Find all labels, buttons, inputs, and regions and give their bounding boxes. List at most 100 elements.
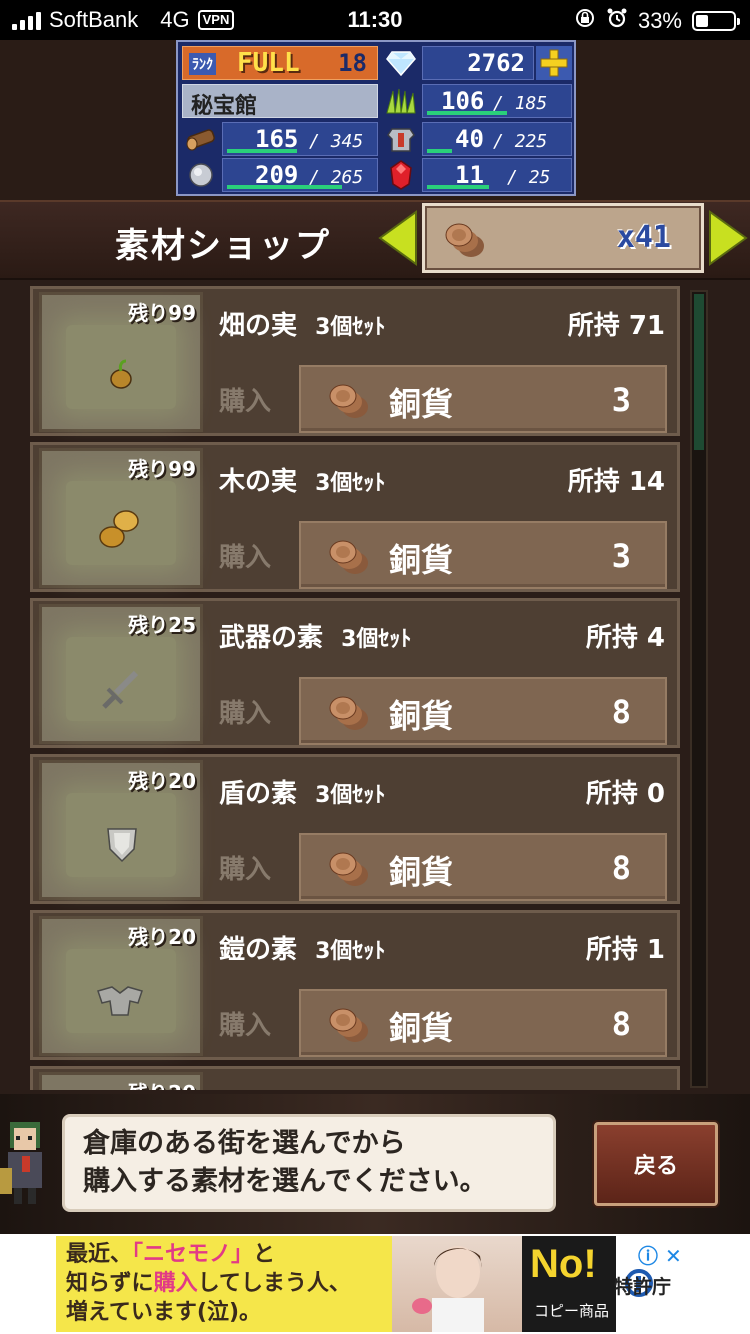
grass-bar	[427, 111, 507, 115]
orientation-lock-icon	[574, 7, 596, 35]
wood-max: / 345	[309, 131, 364, 152]
diamond-icon	[382, 46, 420, 80]
buy-label: 購入	[219, 855, 272, 885]
arrow-right-icon	[709, 210, 748, 266]
rank-display: ﾗﾝｸ FULL 18	[182, 46, 378, 80]
message-line-1: 倉庫のある街を選んでから	[83, 1128, 406, 1159]
owned-count: 所持 1	[585, 935, 665, 965]
stone-stat: 209 / 265	[222, 158, 378, 192]
resource-panel[interactable]: ﾗﾝｸ FULL 18 2762 秘宝館 106 / 185 165 / 345…	[176, 40, 576, 196]
item-thumbnail: 残り99	[39, 448, 203, 588]
ad-banner[interactable]: 最近、「ニセモノ」と 知らずに購入してしまう人、 増えています(泣)。 No! …	[56, 1236, 696, 1332]
buy-button[interactable]: 銅貨 3	[299, 365, 667, 433]
list-item[interactable]: 残り20	[30, 1066, 680, 1090]
shield-icon	[107, 828, 137, 863]
price: 8	[611, 1005, 631, 1043]
back-button[interactable]: 戻る	[594, 1122, 718, 1206]
wood-bar	[227, 149, 297, 153]
price: 8	[611, 849, 631, 887]
item-thumbnail: 残り20	[39, 1072, 203, 1090]
list-item[interactable]: 残り99 木の実 3個ｾｯﾄ 所持 14 購入 銅貨 3	[30, 442, 680, 592]
alarm-icon	[606, 7, 628, 35]
armor-bar	[427, 149, 452, 153]
location-display: 秘宝館	[182, 84, 378, 119]
buy-label: 購入	[219, 543, 272, 573]
owned-count: 所持 4	[585, 623, 665, 653]
item-name: 盾の素 3個ｾｯﾄ	[219, 779, 386, 809]
item-name: 木の実 3個ｾｯﾄ	[219, 467, 386, 497]
armor-stat-icon	[382, 122, 420, 156]
item-name: 畑の実 3個ｾｯﾄ	[219, 311, 386, 341]
scrollbar[interactable]	[690, 290, 708, 1088]
buy-button[interactable]: 銅貨 8	[299, 677, 667, 745]
list-item[interactable]: 残り99 畑の実 3個ｾｯﾄ 所持 71 購入 銅貨 3	[30, 286, 680, 436]
gem-count: 2762	[422, 46, 534, 80]
stone-icon	[182, 158, 220, 192]
sword-icon	[102, 670, 139, 709]
remaining-count: 残り99	[128, 301, 196, 325]
item-thumbnail: 残り25	[39, 604, 203, 744]
currency-name: 銅貨	[389, 697, 454, 735]
price: 8	[611, 693, 631, 731]
wood-stat: 165 / 345	[222, 122, 378, 156]
item-thumbnail: 残り20	[39, 760, 203, 900]
owned-count: 所持 71	[567, 311, 665, 341]
remaining-count: 残り20	[128, 1077, 196, 1090]
ruby-max: / 25	[507, 167, 551, 188]
copper-coin-icon	[327, 533, 371, 577]
wood-icon	[182, 122, 220, 156]
armor-icon	[97, 986, 143, 1016]
grass-icon	[382, 84, 420, 118]
ad-photo	[392, 1236, 522, 1332]
ad-copy: 最近、「ニセモノ」と 知らずに購入してしまう人、 増えています(泣)。	[66, 1242, 351, 1325]
currency-name: 銅貨	[389, 385, 454, 423]
buy-button[interactable]: 銅貨 3	[299, 521, 667, 589]
currency-count: x41	[616, 220, 671, 255]
battery-percent: 33%	[637, 8, 682, 33]
item-thumbnail: 残り20	[39, 916, 203, 1056]
buy-button[interactable]: 銅貨 8	[299, 989, 667, 1057]
ruby-stat: 11 / 25	[422, 158, 572, 192]
copper-coin-icon	[327, 845, 371, 889]
item-list[interactable]: 残り99 畑の実 3個ｾｯﾄ 所持 71 購入 銅貨 3 残り99 木の実 3個…	[30, 286, 686, 1090]
ruby-bar	[427, 185, 489, 189]
rank-label: ﾗﾝｸ	[189, 53, 216, 75]
grass-stat: 106 / 185	[422, 84, 572, 118]
nut-icon	[99, 510, 139, 548]
add-gems-button[interactable]	[536, 46, 572, 80]
ad-close-icon[interactable]: ⓘ ✕	[638, 1240, 682, 1269]
copper-coin-icon	[327, 1001, 371, 1045]
prev-currency-button[interactable]	[378, 210, 418, 266]
ruby-icon	[382, 158, 420, 192]
remaining-count: 残り20	[128, 769, 196, 793]
price: 3	[611, 537, 631, 575]
currency-name: 銅貨	[389, 1009, 454, 1047]
location-name: 秘宝館	[191, 94, 258, 119]
currency-selector[interactable]: x41	[422, 203, 704, 273]
armor-stat: 40 / 225	[422, 122, 572, 156]
item-name: 武器の素 3個ｾｯﾄ	[219, 623, 412, 653]
remaining-count: 残り99	[128, 457, 196, 481]
message-line-2: 購入する素材を選んでください。	[83, 1166, 487, 1197]
list-item[interactable]: 残り20 鎧の素 3個ｾｯﾄ 所持 1 購入 銅貨 8	[30, 910, 680, 1060]
plus-icon	[540, 49, 568, 77]
copper-coin-icon	[327, 689, 371, 733]
arrow-left-icon	[378, 210, 417, 266]
ad-no-logo: No! コピー商品	[522, 1236, 616, 1332]
list-item[interactable]: 残り20 盾の素 3個ｾｯﾄ 所持 0 購入 銅貨 8	[30, 754, 680, 904]
seed-icon	[110, 359, 132, 389]
rank-status: FULL	[237, 48, 300, 78]
item-thumbnail: 残り99	[39, 292, 203, 432]
copper-coin-icon	[327, 377, 371, 421]
owned-count: 所持 14	[567, 467, 665, 497]
next-currency-button[interactable]	[708, 210, 748, 266]
game-screen: { "status_bar": { "carrier": "SoftBank",…	[0, 0, 750, 1334]
buy-button[interactable]: 銅貨 8	[299, 833, 667, 901]
ad-sponsor-name: 特許庁	[614, 1276, 672, 1298]
currency-name: 銅貨	[389, 853, 454, 891]
list-item[interactable]: 残り25 武器の素 3個ｾｯﾄ 所持 4 購入 銅貨 8	[30, 598, 680, 748]
scrollbar-thumb[interactable]	[694, 294, 704, 450]
copper-coin-icon	[443, 216, 487, 260]
character-avatar	[0, 1108, 56, 1218]
status-bar: SoftBank 4G VPN 11:30 33%	[0, 0, 750, 40]
